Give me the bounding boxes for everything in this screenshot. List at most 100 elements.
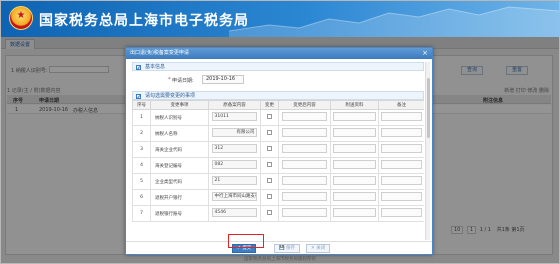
row-new-cell <box>278 173 331 190</box>
date-row: * 申请日期: 2019-10-16 <box>132 71 424 91</box>
save-button[interactable]: 💾 保存 <box>274 244 301 253</box>
attachment-input[interactable] <box>333 176 376 185</box>
row-item: 海关登记编号 <box>150 157 209 174</box>
table-row: 3 海关企业代码 312 <box>132 141 424 158</box>
remark-input[interactable] <box>381 192 422 201</box>
row-change-cell <box>260 125 279 142</box>
required-mark: * <box>168 77 171 83</box>
original-value: 中行上海市同山路支行 <box>211 192 258 201</box>
original-value: 4546 <box>211 208 258 217</box>
table-row: 6 退税开户银行 中行上海市同山路支行 <box>132 189 424 206</box>
attachment-input[interactable] <box>333 208 376 217</box>
new-content-input[interactable] <box>281 176 328 185</box>
new-content-input[interactable] <box>281 112 328 121</box>
row-remark-cell <box>378 125 424 142</box>
attachment-input[interactable] <box>333 112 376 121</box>
original-value: 21 <box>211 176 258 185</box>
original-value: 312 <box>211 144 258 153</box>
row-no: 5 <box>132 173 151 190</box>
remark-input[interactable] <box>381 176 422 185</box>
new-content-input[interactable] <box>281 128 328 137</box>
remark-input[interactable] <box>381 208 422 217</box>
row-remark-cell <box>378 205 424 222</box>
row-item: 纳税人识别号 <box>150 109 209 126</box>
close-icon[interactable]: × <box>422 48 428 59</box>
section-basic-info: 基本信息 <box>132 62 424 71</box>
col-new-content: 变更后内容 <box>278 100 331 110</box>
save-label: 保存 <box>286 246 296 251</box>
site-header: ★ 国家税务总局上海市电子税务局 <box>1 1 559 37</box>
row-item: 纳税人名称 <box>150 125 209 142</box>
new-content-input[interactable] <box>281 160 328 169</box>
edit-icon <box>136 65 141 70</box>
row-original-cell: 21 <box>208 173 261 190</box>
date-field[interactable]: 2019-10-16 <box>202 75 244 84</box>
row-no: 4 <box>132 157 151 174</box>
remark-input[interactable] <box>381 128 422 137</box>
table-row: 1 纳税人识别号 31011 <box>132 109 424 126</box>
row-attachment-cell <box>330 173 379 190</box>
remark-input[interactable] <box>381 112 422 121</box>
change-checkbox[interactable] <box>267 210 272 215</box>
row-no: 2 <box>132 125 151 142</box>
row-new-cell <box>278 157 331 174</box>
row-no: 6 <box>132 189 151 206</box>
original-value: 082 <box>211 160 258 169</box>
dialog-scrollbar[interactable] <box>425 62 430 240</box>
dialog-header: 出口退(免)税备案变更申请 × <box>126 48 432 59</box>
row-remark-cell <box>378 141 424 158</box>
attachment-input[interactable] <box>333 160 376 169</box>
change-checkbox[interactable] <box>267 146 272 151</box>
row-new-cell <box>278 189 331 206</box>
table-header-row: 序号 变更事项 原备案内容 变更 变更后内容 附送资料 备注 <box>132 100 424 110</box>
change-checkbox[interactable] <box>267 162 272 167</box>
row-new-cell <box>278 109 331 126</box>
col-original: 原备案内容 <box>208 100 261 110</box>
col-item: 变更事项 <box>150 100 209 110</box>
row-remark-cell <box>378 157 424 174</box>
scrollbar-thumb[interactable] <box>427 78 430 138</box>
row-change-cell <box>260 173 279 190</box>
site-title: 国家税务总局上海市电子税务局 <box>39 13 249 29</box>
row-item: 企业类型代码 <box>150 173 209 190</box>
remark-input[interactable] <box>381 144 422 153</box>
close-button[interactable]: ✕ 关闭 <box>306 244 331 253</box>
col-change: 变更 <box>260 100 279 110</box>
attachment-input[interactable] <box>333 144 376 153</box>
change-checkbox[interactable] <box>267 114 272 119</box>
row-new-cell <box>278 205 331 222</box>
close-label: 关闭 <box>316 246 326 251</box>
great-wall-icon <box>229 6 559 37</box>
remark-input[interactable] <box>381 160 422 169</box>
change-checkbox[interactable] <box>267 194 272 199</box>
attachment-input[interactable] <box>333 128 376 137</box>
row-change-cell <box>260 141 279 158</box>
col-no: 序号 <box>132 100 151 110</box>
original-value: 有限公司 <box>211 128 258 137</box>
tax-emblem-icon: ★ <box>9 6 33 30</box>
new-content-input[interactable] <box>281 144 328 153</box>
row-change-cell <box>260 157 279 174</box>
change-checkbox[interactable] <box>267 178 272 183</box>
row-change-cell <box>260 189 279 206</box>
row-attachment-cell <box>330 205 379 222</box>
row-new-cell <box>278 125 331 142</box>
row-original-cell: 082 <box>208 157 261 174</box>
col-attachment: 附送资料 <box>330 100 379 110</box>
row-remark-cell <box>378 173 424 190</box>
dialog-body: 基本信息 * 申请日期: 2019-10-16 请勾选需要变更的事项 序号 变更… <box>132 62 424 240</box>
original-value: 31011 <box>211 112 258 121</box>
row-item: 退税银行账号 <box>150 205 209 222</box>
date-label: 申请日期: <box>172 78 194 84</box>
change-checkbox[interactable] <box>267 130 272 135</box>
change-application-dialog: 出口退(免)税备案变更申请 × 基本信息 * 申请日期: 2019-10-16 … <box>125 47 433 255</box>
table-row: 2 纳税人名称 有限公司 <box>132 125 424 142</box>
new-content-input[interactable] <box>281 208 328 217</box>
row-attachment-cell <box>330 109 379 126</box>
section-change-items: 请勾选需要变更的事项 <box>132 91 424 100</box>
row-new-cell <box>278 141 331 158</box>
attachment-input[interactable] <box>333 192 376 201</box>
new-content-input[interactable] <box>281 192 328 201</box>
change-items-table: 序号 变更事项 原备案内容 变更 变更后内容 附送资料 备注 1 纳税人识别号 31… <box>132 100 424 222</box>
row-original-cell: 有限公司 <box>208 125 261 142</box>
